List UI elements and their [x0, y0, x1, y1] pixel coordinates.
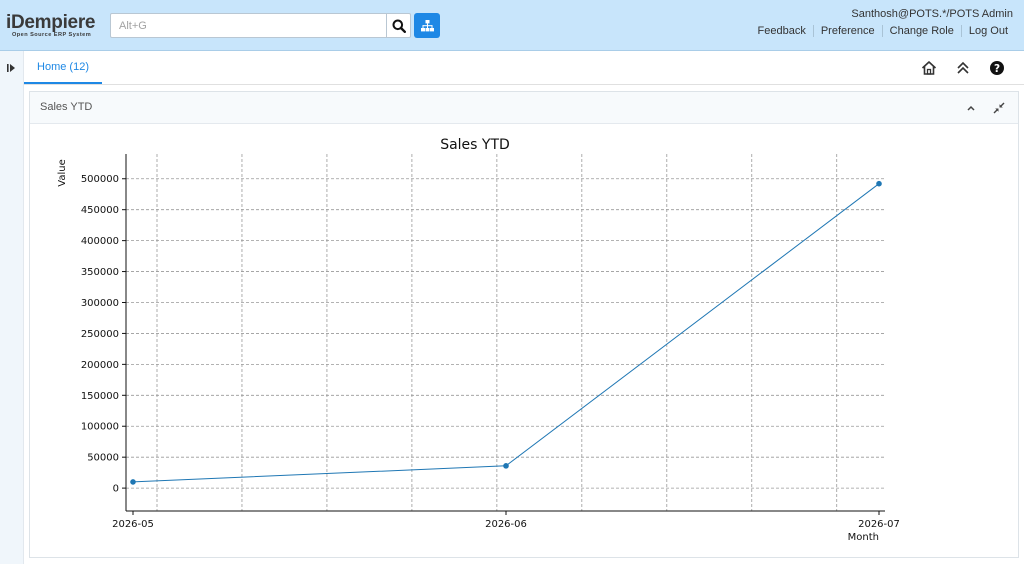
svg-text:?: ?	[994, 63, 1000, 75]
y-axis-label: Value	[57, 159, 68, 186]
y-tick-label: 100000	[81, 422, 119, 433]
y-tick-label: 350000	[81, 267, 119, 278]
preference-link[interactable]: Preference	[812, 25, 882, 37]
sales-ytd-chart: Sales YTD Value Month 0 50000 100000 150000…	[57, 137, 900, 543]
help-icon: ?	[990, 61, 1004, 75]
tab-home[interactable]: Home (12)	[24, 51, 102, 84]
chart-axes: 0 50000 100000 150000 200000 250000 300000 3500…	[81, 154, 900, 530]
chart-series	[130, 180, 882, 485]
y-tick-label: 250000	[81, 329, 119, 340]
logo-text: iDempiere	[6, 12, 96, 33]
user-role-label: Santhosh@POTS.*/POTS Admin	[851, 8, 1013, 20]
search-button[interactable]	[386, 13, 411, 38]
y-tick-label: 50000	[87, 453, 119, 464]
data-point	[503, 463, 509, 469]
y-tick-label: 200000	[81, 360, 119, 371]
x-tick-label: 2026-07	[858, 519, 900, 530]
tab-home-label: Home (12)	[37, 60, 89, 73]
data-point	[130, 479, 136, 485]
y-tick-label: 0	[113, 484, 119, 495]
home-button[interactable]	[920, 59, 938, 77]
search-icon	[392, 19, 406, 33]
feedback-link[interactable]: Feedback	[751, 25, 813, 37]
west-panel-collapsed	[0, 51, 24, 564]
x-tick-label: 2026-06	[485, 519, 527, 530]
idempiere-logo[interactable]: iDempiere Open Source ERP System	[6, 13, 108, 39]
data-point	[876, 180, 882, 187]
y-tick-label: 450000	[81, 205, 119, 216]
collapse-all-button[interactable]	[954, 59, 972, 77]
global-search-input[interactable]	[110, 13, 387, 38]
x-tick-label: 2026-05	[112, 519, 154, 530]
help-button[interactable]: ?	[988, 59, 1006, 77]
tab-bar: Home (12) ?	[24, 51, 1024, 85]
sales-ytd-panel: Sales YTD Sales YTD Value Month 0 50000 10…	[29, 91, 1019, 558]
expand-panel-icon[interactable]	[6, 62, 18, 74]
header-bar: iDempiere Open Source ERP System Santhos…	[0, 0, 1024, 51]
header-links: Feedback Preference Change Role Log Out	[751, 25, 1015, 37]
series-line	[132, 183, 880, 483]
x-axis-label: Month	[848, 532, 879, 543]
y-tick-label: 400000	[81, 236, 119, 247]
home-icon	[921, 61, 937, 75]
log-out-link[interactable]: Log Out	[960, 25, 1015, 37]
y-tick-label: 150000	[81, 391, 119, 402]
double-chevron-up-icon	[957, 61, 969, 74]
chart-title: Sales YTD	[440, 137, 510, 153]
y-tick-label: 500000	[81, 174, 119, 185]
menu-button[interactable]	[414, 13, 440, 38]
sitemap-icon	[420, 19, 434, 31]
y-tick-label: 300000	[81, 298, 119, 309]
chart-grid	[126, 154, 885, 511]
logo-subtext: Open Source ERP System	[12, 32, 92, 38]
change-role-link[interactable]: Change Role	[881, 25, 961, 37]
